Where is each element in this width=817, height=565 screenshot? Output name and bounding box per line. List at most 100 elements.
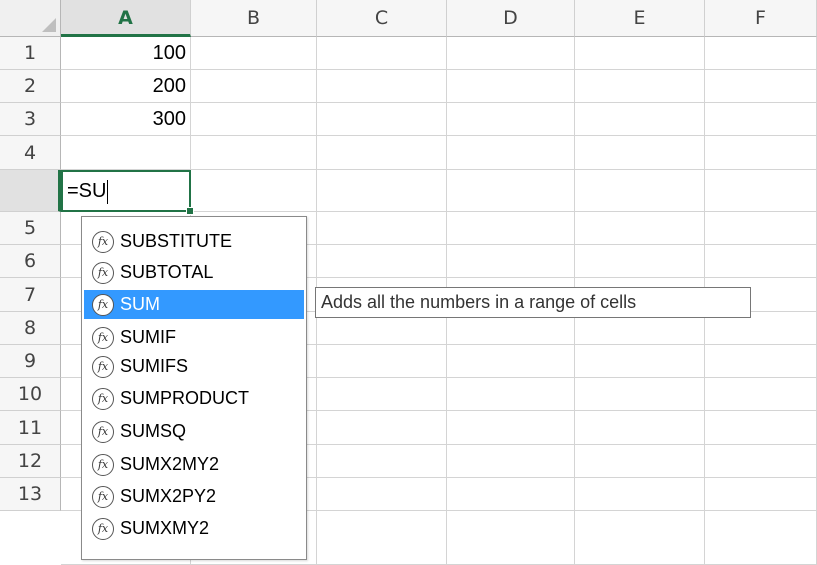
row-header-9[interactable]: 9	[0, 345, 61, 378]
grid-cell[interactable]	[447, 170, 575, 212]
grid-cell[interactable]	[317, 170, 447, 212]
grid-cell[interactable]	[61, 136, 191, 170]
autocomplete-item-selected[interactable]: fx SUM	[84, 290, 304, 319]
grid-cell[interactable]	[705, 478, 817, 511]
grid-cell[interactable]	[447, 411, 575, 445]
grid-cell[interactable]	[575, 445, 705, 478]
autocomplete-item-label: SUBTOTAL	[120, 262, 214, 282]
grid-cell[interactable]	[317, 511, 447, 565]
grid-cell[interactable]	[575, 170, 705, 212]
row-header-11[interactable]: 11	[0, 411, 61, 445]
active-cell-a4[interactable]: =SU	[61, 170, 191, 212]
grid-cell[interactable]	[575, 136, 705, 170]
grid-cell[interactable]	[447, 136, 575, 170]
column-header-f[interactable]: F	[705, 0, 817, 37]
row-header-4-selected[interactable]	[0, 170, 61, 212]
grid-cell[interactable]	[705, 37, 817, 70]
grid-cell[interactable]	[317, 212, 447, 245]
grid-cell[interactable]	[317, 245, 447, 278]
grid-cell[interactable]	[447, 478, 575, 511]
autocomplete-item[interactable]: fx SUMIFS	[84, 352, 304, 381]
grid-cell[interactable]	[705, 411, 817, 445]
select-all-corner[interactable]	[0, 0, 61, 37]
autocomplete-item[interactable]: fx SUMXMY2	[84, 514, 304, 543]
grid-cell[interactable]	[317, 478, 447, 511]
grid-cell[interactable]	[705, 212, 817, 245]
grid-cell[interactable]	[191, 136, 317, 170]
grid-cell[interactable]	[575, 511, 705, 565]
row-header-7[interactable]: 7	[0, 278, 61, 312]
grid-cell[interactable]	[317, 445, 447, 478]
grid-cell[interactable]	[447, 511, 575, 565]
row-header-12[interactable]: 12	[0, 445, 61, 478]
row-header-6[interactable]: 6	[0, 245, 61, 278]
grid-cell[interactable]	[317, 136, 447, 170]
autocomplete-item[interactable]: fx SUBTOTAL	[84, 258, 304, 287]
grid-cell[interactable]	[447, 345, 575, 378]
row-header-8[interactable]: 8	[0, 312, 61, 345]
row-header-4[interactable]: 4	[0, 136, 61, 170]
grid-cell[interactable]	[317, 378, 447, 411]
fill-handle[interactable]	[186, 207, 194, 215]
grid-cell[interactable]	[317, 345, 447, 378]
row-header-3[interactable]: 3	[0, 103, 61, 136]
autocomplete-item[interactable]: fx SUBSTITUTE	[84, 227, 304, 256]
column-header-c[interactable]: C	[317, 0, 447, 37]
grid-cell[interactable]	[575, 345, 705, 378]
grid-cell[interactable]	[705, 445, 817, 478]
text-caret	[107, 179, 109, 204]
grid-cell[interactable]	[447, 378, 575, 411]
grid-cell[interactable]	[575, 103, 705, 136]
grid-cell[interactable]	[705, 511, 817, 565]
grid-cell[interactable]	[191, 70, 317, 103]
row-header-5[interactable]: 5	[0, 212, 61, 245]
grid-cell[interactable]	[705, 245, 817, 278]
grid-cell[interactable]	[705, 345, 817, 378]
row-header-1[interactable]: 1	[0, 37, 61, 70]
grid-cell[interactable]	[575, 37, 705, 70]
autocomplete-item[interactable]: fx SUMX2MY2	[84, 450, 304, 479]
grid-cell[interactable]	[705, 103, 817, 136]
grid-cell[interactable]	[447, 70, 575, 103]
autocomplete-item[interactable]: fx SUMX2PY2	[84, 482, 304, 511]
grid-cell[interactable]	[317, 411, 447, 445]
autocomplete-item[interactable]: fx SUMPRODUCT	[84, 384, 304, 413]
grid-cell[interactable]	[705, 170, 817, 212]
grid-cell[interactable]	[191, 37, 317, 70]
autocomplete-item[interactable]: fx SUMIF	[84, 323, 304, 352]
function-autocomplete-list[interactable]: fx SUBSTITUTE fx SUBTOTAL fx SUM fx SUMIF fx…	[81, 216, 307, 560]
grid-cell[interactable]	[317, 70, 447, 103]
grid-cell[interactable]	[705, 70, 817, 103]
grid-cell[interactable]	[317, 103, 447, 136]
grid-cell[interactable]	[447, 245, 575, 278]
function-icon: fx	[92, 387, 114, 410]
row-header-13[interactable]: 13	[0, 478, 61, 511]
cell-a3[interactable]: 300	[61, 103, 191, 136]
grid-cell[interactable]	[447, 103, 575, 136]
grid-cell[interactable]	[575, 212, 705, 245]
column-header-d[interactable]: D	[447, 0, 575, 37]
cell-a2[interactable]: 200	[61, 70, 191, 103]
grid-cell[interactable]	[575, 378, 705, 411]
grid-cell[interactable]	[191, 170, 317, 212]
grid-cell[interactable]	[575, 411, 705, 445]
autocomplete-item[interactable]: fx SUMSQ	[84, 417, 304, 446]
grid-cell[interactable]	[317, 37, 447, 70]
grid-cell[interactable]	[705, 378, 817, 411]
column-header-b[interactable]: B	[191, 0, 317, 37]
grid-cell[interactable]	[575, 245, 705, 278]
column-header-e[interactable]: E	[575, 0, 705, 37]
row-header-10[interactable]: 10	[0, 378, 61, 411]
grid-cell[interactable]	[447, 37, 575, 70]
autocomplete-item-label: SUBSTITUTE	[120, 231, 233, 251]
autocomplete-item-label: SUMX2PY2	[120, 486, 217, 506]
column-header-a[interactable]: A	[61, 0, 191, 37]
grid-cell[interactable]	[575, 478, 705, 511]
grid-cell[interactable]	[191, 103, 317, 136]
grid-cell[interactable]	[575, 70, 705, 103]
grid-cell[interactable]	[447, 445, 575, 478]
row-header-2[interactable]: 2	[0, 70, 61, 103]
grid-cell[interactable]	[705, 136, 817, 170]
grid-cell[interactable]	[447, 212, 575, 245]
cell-a1[interactable]: 100	[61, 37, 191, 70]
